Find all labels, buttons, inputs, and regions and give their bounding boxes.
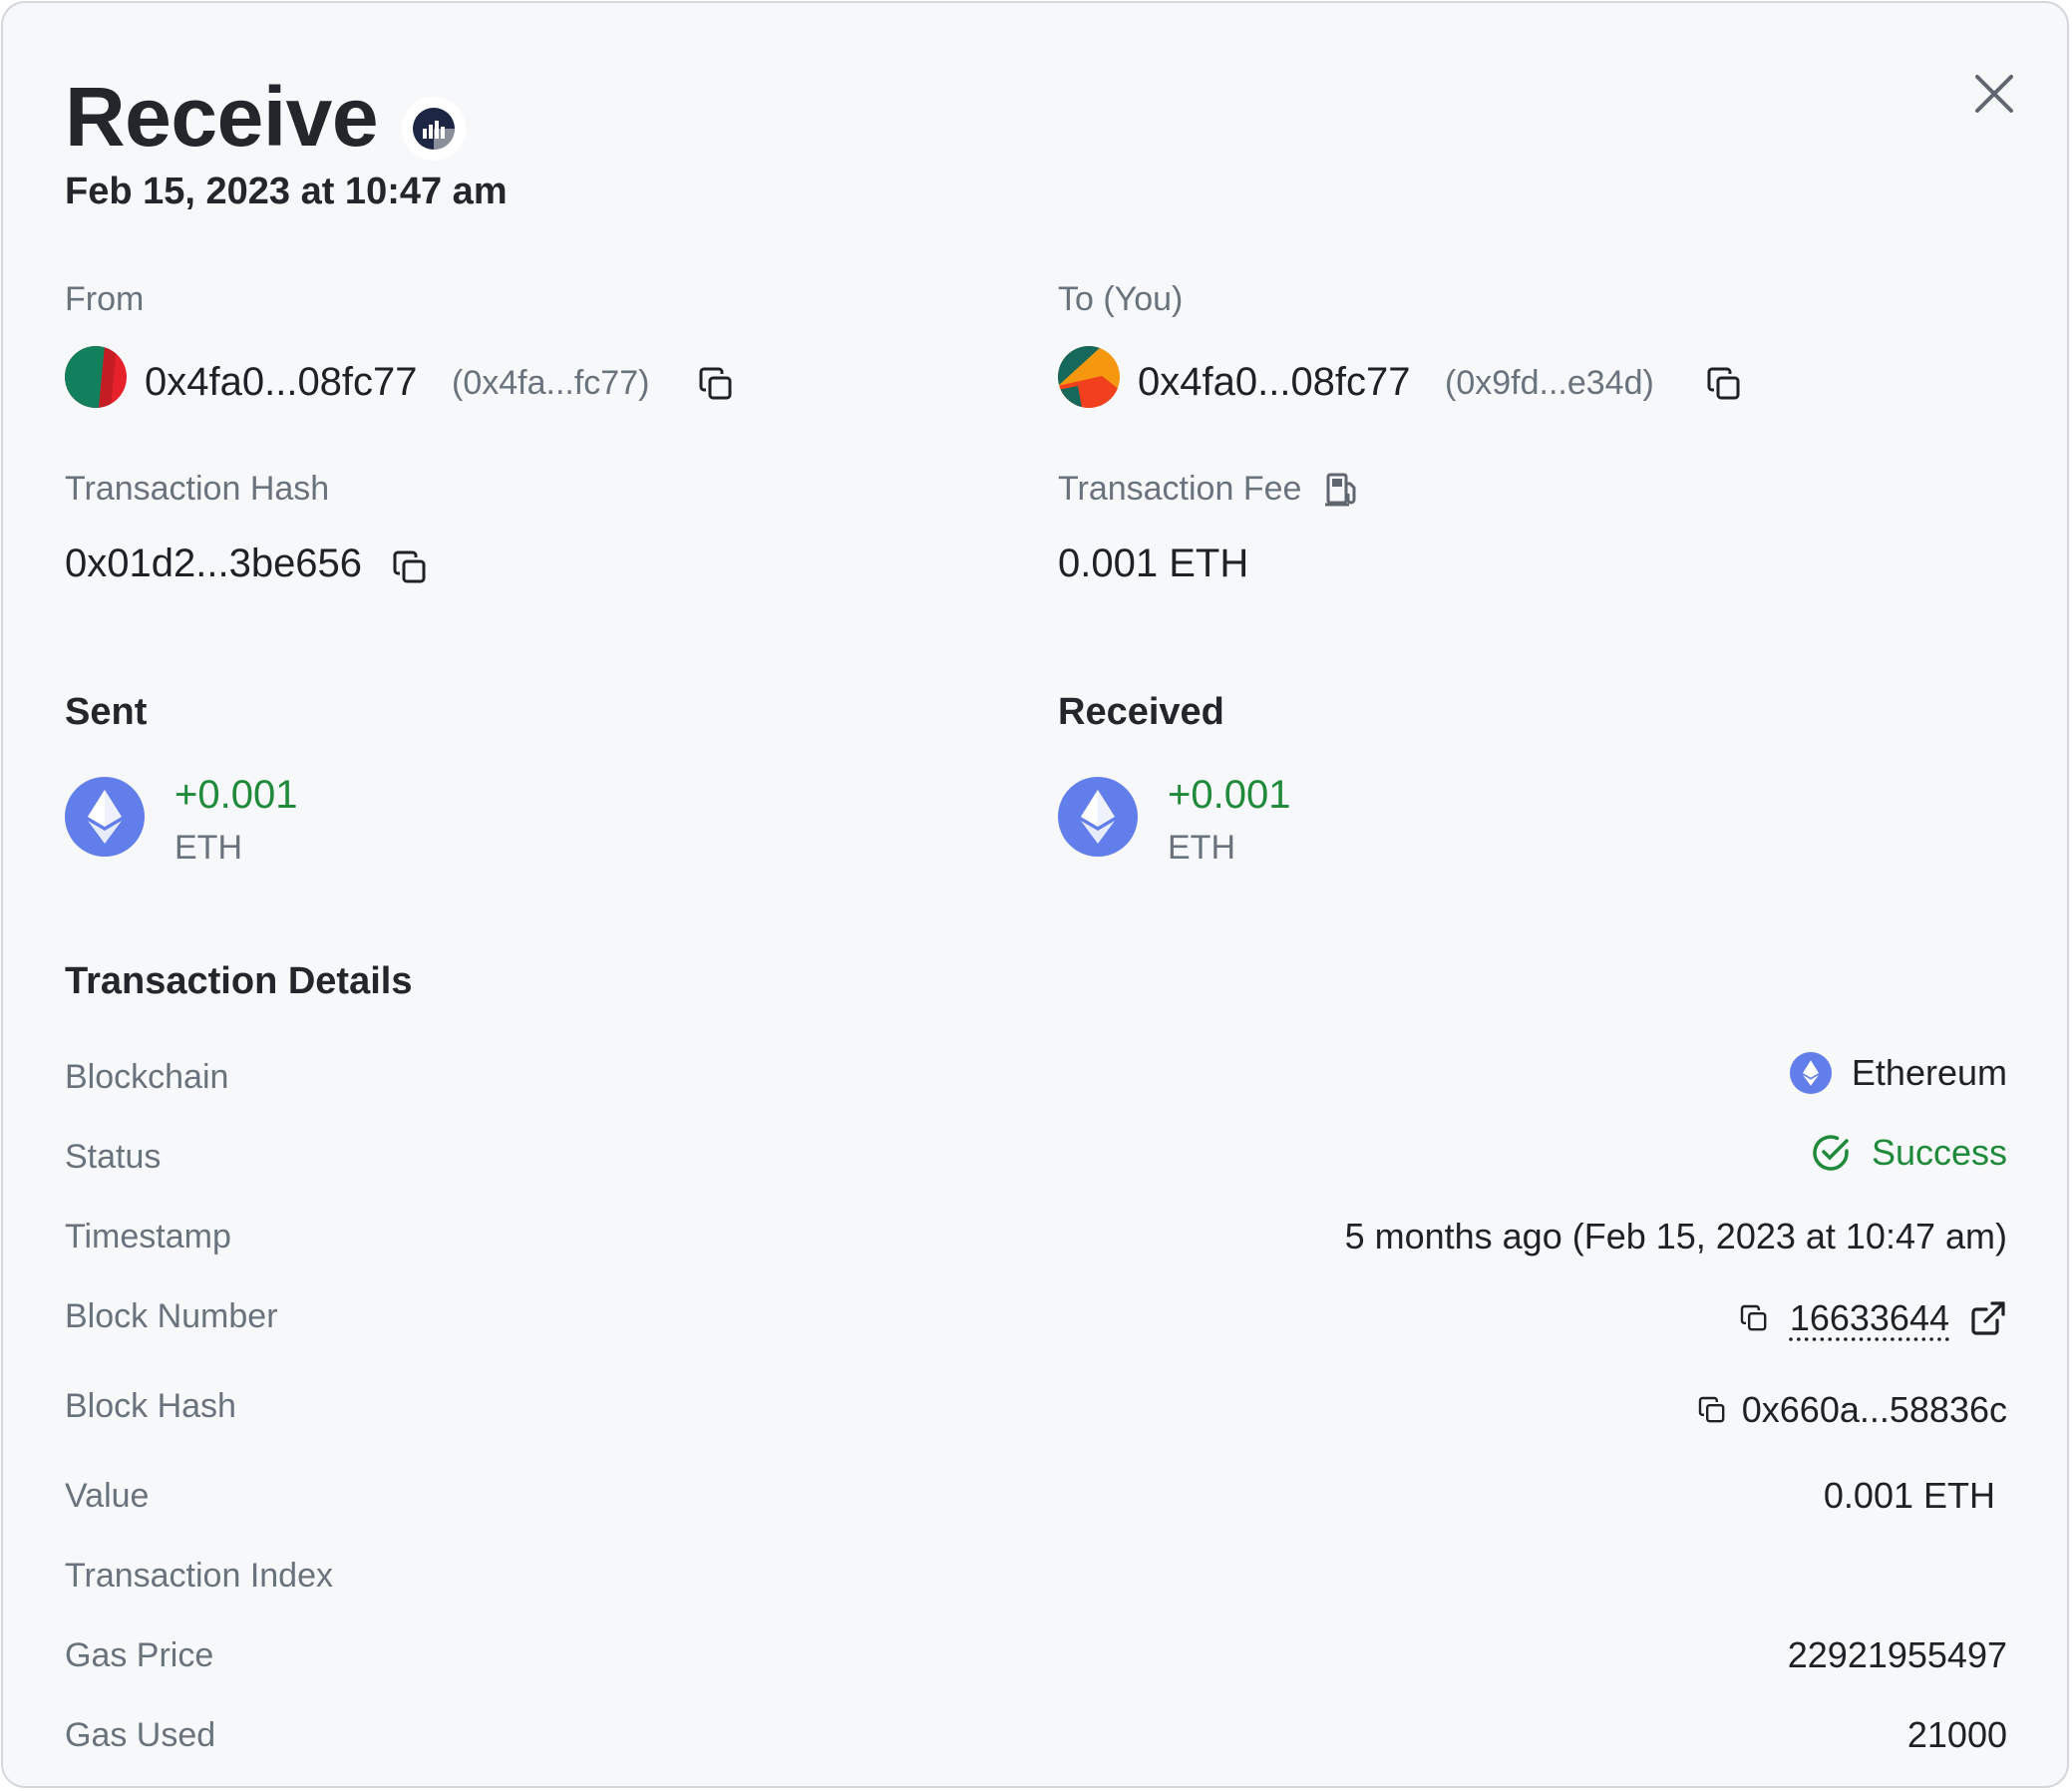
from-avatar: [65, 346, 127, 408]
timestamp-label: Timestamp: [65, 1218, 231, 1255]
block-hash-label: Block Hash: [65, 1387, 236, 1425]
value-value: 0.001 ETH: [1823, 1475, 1995, 1516]
to-address: 0x4fa0...08fc77: [1138, 360, 1411, 404]
block-number-link[interactable]: 16633644: [1790, 1297, 1949, 1339]
status-value: Success: [1871, 1132, 2007, 1173]
page-title: Receive: [65, 70, 379, 164]
copy-icon[interactable]: [390, 547, 430, 587]
block-hash-value: 0x660a...58836c: [1741, 1389, 2007, 1430]
received-heading: Received: [1058, 691, 1224, 733]
gas-used-value: 21000: [1906, 1714, 2007, 1755]
transaction-index-label: Transaction Index: [65, 1557, 333, 1595]
block-hash-row: 0x660a...58836c: [1696, 1389, 2007, 1431]
blockchain-value: Ethereum: [1851, 1052, 2007, 1093]
check-circle-icon: [1810, 1132, 1852, 1174]
blockchain-value-row: Ethereum: [1789, 1052, 2007, 1094]
to-label: To (You): [1058, 280, 1184, 318]
transaction-details-heading: Transaction Details: [65, 960, 413, 1002]
transaction-date: Feb 15, 2023 at 10:47 am: [65, 171, 508, 212]
value-label: Value: [65, 1477, 150, 1515]
copy-icon[interactable]: [1704, 364, 1744, 404]
transaction-fee-label: Transaction Fee: [1058, 470, 1302, 508]
close-icon[interactable]: [1969, 69, 2019, 119]
transaction-hash-label: Transaction Hash: [65, 470, 330, 508]
transaction-fee-value: 0.001 ETH: [1058, 541, 1249, 585]
copy-icon[interactable]: [1696, 1394, 1728, 1426]
chart-bars-icon: [402, 97, 466, 161]
eth-icon: [65, 777, 145, 857]
ethereum-icon: [1789, 1052, 1832, 1094]
gas-used-label: Gas Used: [65, 1716, 216, 1754]
to-address-short: (0x9fd...e34d): [1445, 364, 1654, 402]
eth-icon: [1058, 777, 1138, 857]
gas-price-value: 22921955497: [1787, 1634, 2007, 1675]
block-number-row: 16633644: [1738, 1297, 2007, 1339]
from-address: 0x4fa0...08fc77: [145, 360, 418, 404]
transaction-detail-panel: Receive Feb 15, 2023 at 10:47 am From 0x…: [1, 1, 2069, 1788]
gas-price-label: Gas Price: [65, 1636, 214, 1674]
received-amount: +0.001: [1168, 773, 1291, 817]
copy-icon[interactable]: [696, 364, 736, 404]
status-label: Status: [65, 1138, 162, 1176]
transaction-hash-value: 0x01d2...3be656: [65, 541, 363, 585]
status-badge: Success: [1810, 1132, 2007, 1174]
block-number-label: Block Number: [65, 1297, 278, 1335]
blockchain-label: Blockchain: [65, 1058, 229, 1096]
gas-pump-icon: [1325, 472, 1359, 508]
sent-amount: +0.001: [174, 773, 298, 817]
received-unit: ETH: [1168, 829, 1235, 867]
from-label: From: [65, 280, 145, 318]
external-link-icon[interactable]: [1969, 1299, 2007, 1337]
to-avatar: [1058, 346, 1120, 408]
copy-icon[interactable]: [1738, 1302, 1770, 1334]
from-address-short: (0x4fa...fc77): [452, 364, 650, 402]
sent-unit: ETH: [174, 829, 242, 867]
timestamp-value: 5 months ago (Feb 15, 2023 at 10:47 am): [1344, 1216, 2007, 1256]
sent-heading: Sent: [65, 691, 148, 733]
